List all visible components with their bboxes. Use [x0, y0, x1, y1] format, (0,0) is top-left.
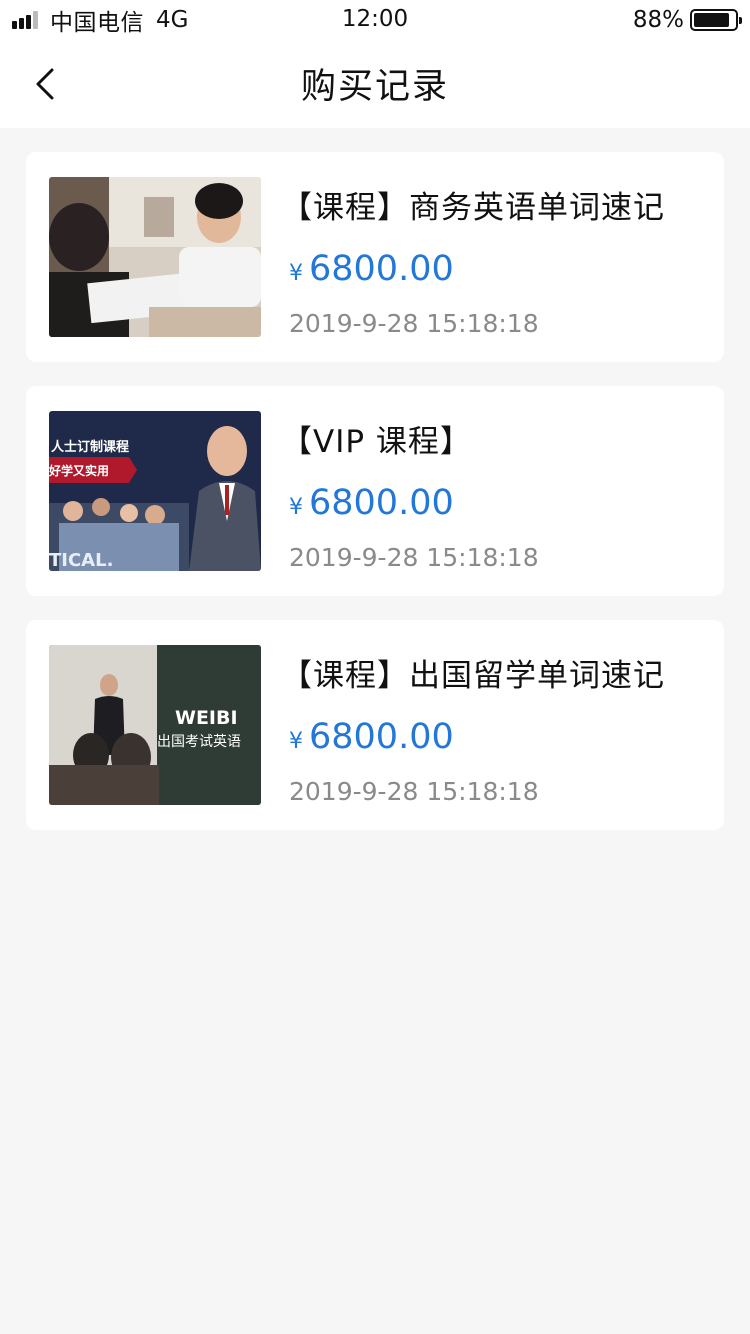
thumbnail-caption: TICAL. [49, 550, 113, 571]
course-thumbnail: WEIBI 出国考试英语 [49, 645, 261, 805]
record-price: ¥ 6800.00 [281, 483, 704, 523]
battery-percent: 88% [632, 7, 684, 33]
nav-bar: 购买记录 [0, 40, 750, 128]
record-date: 2019-9-28 15:18:18 [289, 309, 539, 338]
record-title: 【课程】出国留学单词速记 [281, 658, 665, 694]
purchase-record-item[interactable]: 人士订制课程 好学又实用 TICAL. 【VIP 课程】 ¥ 6800.00 2… [26, 386, 724, 596]
currency-symbol: ¥ [289, 729, 303, 754]
thumbnail-caption: 好学又实用 [49, 463, 109, 478]
record-price: ¥ 6800.00 [281, 249, 704, 289]
course-thumbnail [49, 177, 261, 337]
price-amount: 6800.00 [309, 249, 454, 289]
record-date: 2019-9-28 15:18:18 [289, 777, 539, 806]
purchase-record-item[interactable]: 【课程】商务英语单词速记 ¥ 6800.00 2019-9-28 15:18:1… [26, 152, 724, 362]
purchase-record-list: 【课程】商务英语单词速记 ¥ 6800.00 2019-9-28 15:18:1… [26, 152, 724, 854]
page-title: 购买记录 [300, 67, 449, 107]
battery-icon [690, 9, 742, 31]
record-title: 【课程】商务英语单词速记 [281, 190, 665, 226]
record-date: 2019-9-28 15:18:18 [289, 543, 539, 572]
price-amount: 6800.00 [309, 717, 454, 757]
thumbnail-caption: 出国考试英语 [157, 733, 241, 750]
course-thumbnail: 人士订制课程 好学又实用 TICAL. [49, 411, 261, 571]
record-price: ¥ 6800.00 [281, 717, 704, 757]
currency-symbol: ¥ [289, 495, 303, 520]
thumbnail-caption: 人士订制课程 [51, 439, 129, 455]
status-bar: 中国电信 4G 12:00 88% [0, 0, 750, 40]
thumbnail-caption: WEIBI [175, 707, 238, 729]
price-amount: 6800.00 [309, 483, 454, 523]
purchase-record-item[interactable]: WEIBI 出国考试英语 【课程】出国留学单词速记 ¥ 6800.00 2019… [26, 620, 724, 830]
status-right: 88% [632, 7, 742, 33]
record-title: 【VIP 课程】 [281, 424, 472, 460]
currency-symbol: ¥ [289, 261, 303, 286]
